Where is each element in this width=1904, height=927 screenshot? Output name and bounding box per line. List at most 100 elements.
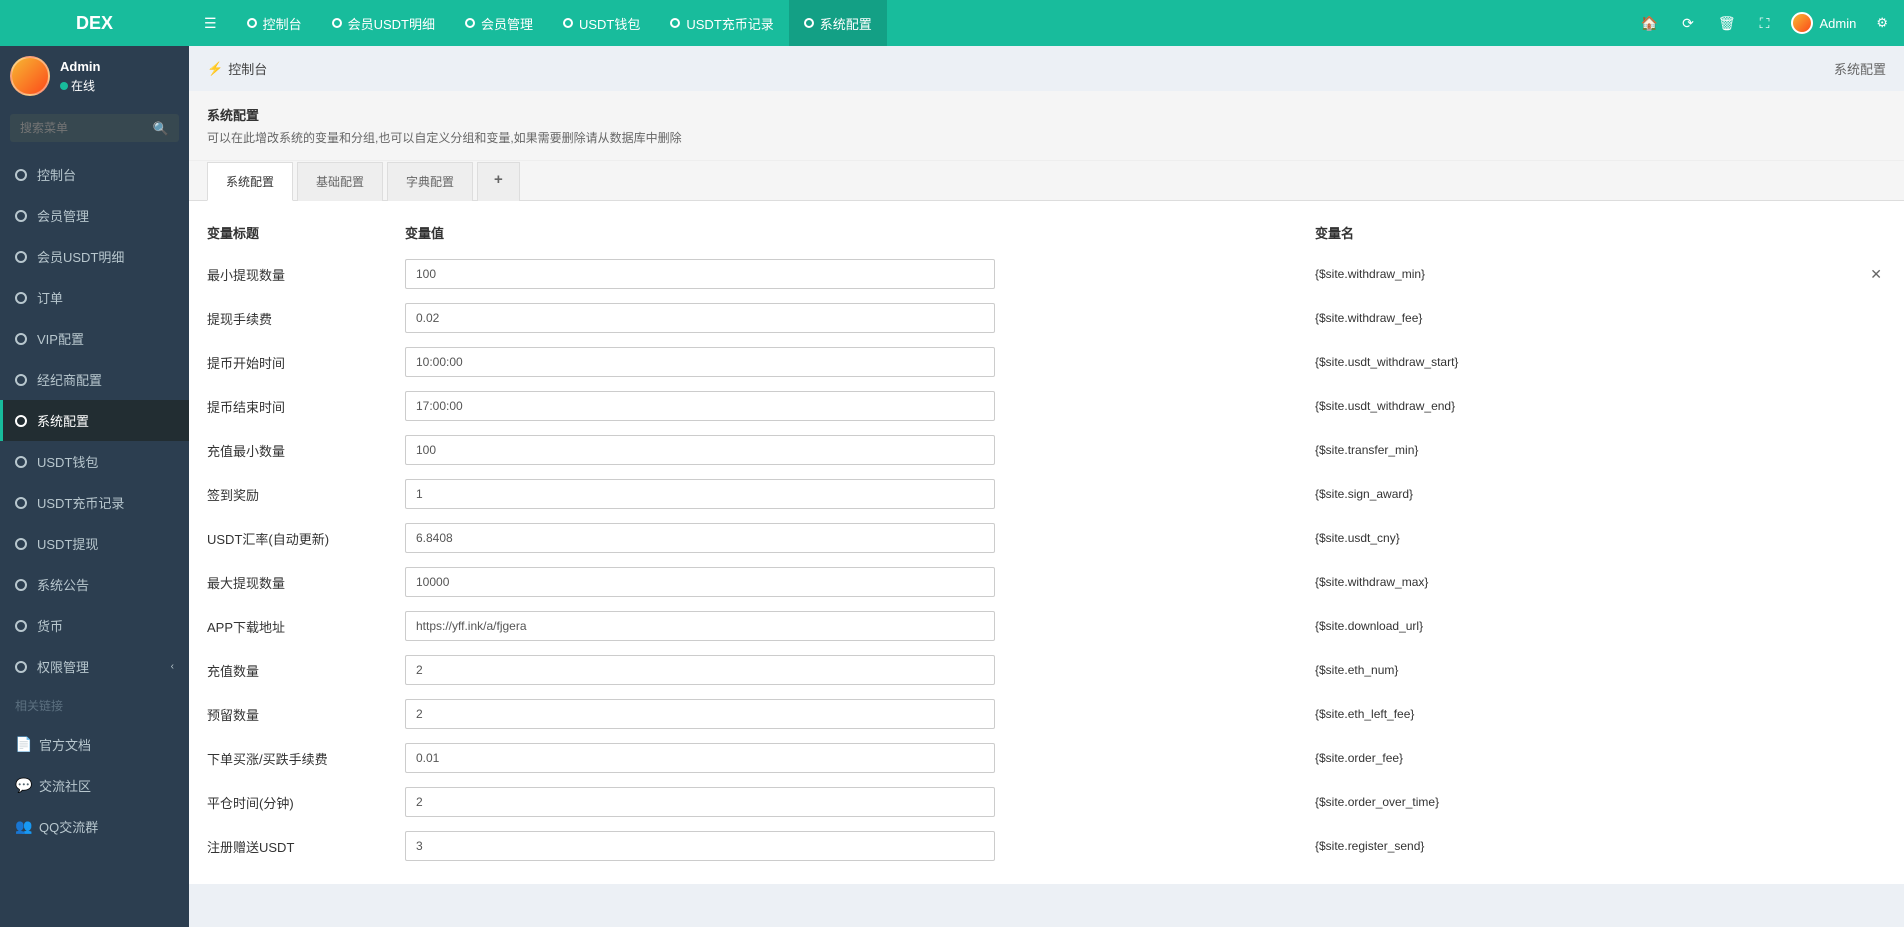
row-title: 预留数量 xyxy=(205,705,405,724)
sidebar-item-label: 系统公告 xyxy=(37,575,89,594)
row-value-input[interactable] xyxy=(405,523,995,553)
sidebar-item[interactable]: 货币 xyxy=(0,605,189,646)
sidebar-user-panel: Admin 在线 xyxy=(0,46,189,106)
row-title: 签到奖励 xyxy=(205,485,405,504)
panel-tab[interactable]: 字典配置 xyxy=(387,162,473,201)
top-tab[interactable]: USDT钱包 xyxy=(548,0,655,46)
sidebar-menu: 控制台会员管理会员USDT明细订单VIP配置经纪商配置系统配置 USDT钱包 USD… xyxy=(0,154,189,687)
row-varname: {$site.transfer_min} xyxy=(1315,443,1888,457)
ext-icon: 📄 xyxy=(15,736,29,753)
sidebar-username: Admin xyxy=(60,59,100,74)
config-row: 提币开始时间{$site.usdt_withdraw_start} xyxy=(205,340,1888,384)
sidebar-item[interactable]: 权限管理‹ xyxy=(0,646,189,687)
row-value-input[interactable] xyxy=(405,303,995,333)
row-title: 充值最小数量 xyxy=(205,441,405,460)
config-row: 平仓时间(分钟){$site.order_over_time} xyxy=(205,780,1888,824)
avatar xyxy=(10,56,50,96)
brand-logo[interactable]: DEX xyxy=(0,0,189,46)
row-title: 提现手续费 xyxy=(205,309,405,328)
form-header-row: 变量标题 变量值 变量名 xyxy=(205,217,1888,252)
circle-icon xyxy=(670,18,680,28)
circle-icon xyxy=(563,18,573,28)
top-tab-label: 会员USDT明细 xyxy=(348,14,435,33)
row-value-input[interactable] xyxy=(405,743,995,773)
row-title: 充值数量 xyxy=(205,661,405,680)
add-tab-button[interactable]: + xyxy=(477,162,520,201)
search-icon[interactable]: 🔍 xyxy=(153,121,169,137)
ext-icon: 👥 xyxy=(15,818,29,835)
row-value-input[interactable] xyxy=(405,347,995,377)
panel-header: 系统配置 可以在此增改系统的变量和分组,也可以自定义分组和变量,如果需要删除请从… xyxy=(189,91,1904,161)
row-value-input[interactable] xyxy=(405,259,995,289)
sidebar-item[interactable]: VIP配置 xyxy=(0,318,189,359)
home-icon[interactable]: 🏠 xyxy=(1629,15,1670,32)
sidebar-item[interactable]: 订单 xyxy=(0,277,189,318)
row-value-input[interactable] xyxy=(405,787,995,817)
sidebar-item-label: USDT充币记录 xyxy=(37,493,124,512)
row-value-input[interactable] xyxy=(405,831,995,861)
panel-tabs: 系统配置基础配置字典配置+ xyxy=(189,161,1904,201)
sidebar-item[interactable]: 经纪商配置 xyxy=(0,359,189,400)
breadcrumb: ⚡ 控制台 系统配置 xyxy=(189,46,1904,91)
sidebar-item[interactable]: USDT钱包 xyxy=(0,441,189,482)
row-title: 注册赠送USDT xyxy=(205,837,405,856)
sidebar-item[interactable]: 系统公告 xyxy=(0,564,189,605)
row-value-input[interactable] xyxy=(405,479,995,509)
status-dot-icon xyxy=(60,82,68,90)
top-tab[interactable]: USDT充币记录 xyxy=(655,0,788,46)
sidebar-item[interactable]: 系统配置 xyxy=(0,400,189,441)
panel-tab[interactable]: 系统配置 xyxy=(207,162,293,201)
sidebar-item[interactable]: 控制台 xyxy=(0,154,189,195)
panel-tab[interactable]: 基础配置 xyxy=(297,162,383,201)
sidebar-item-label: 系统配置 xyxy=(37,411,89,430)
row-value-input[interactable] xyxy=(405,611,995,641)
row-value-input[interactable] xyxy=(405,699,995,729)
row-value-input[interactable] xyxy=(405,435,995,465)
sidebar-ext-link[interactable]: 💬交流社区 xyxy=(0,765,189,806)
close-icon[interactable]: ✕ xyxy=(1870,266,1888,283)
row-varname: {$site.eth_left_fee} xyxy=(1315,707,1888,721)
breadcrumb-home[interactable]: 控制台 xyxy=(228,59,267,78)
top-tab[interactable]: 系统配置 xyxy=(789,0,887,46)
config-row: 提现手续费{$site.withdraw_fee} xyxy=(205,296,1888,340)
sidebar-ext-link[interactable]: 👥QQ交流群 xyxy=(0,806,189,847)
sidebar-toggle[interactable]: ☰ xyxy=(189,15,232,32)
sidebar-item[interactable]: USDT充币记录 xyxy=(0,482,189,523)
top-tab-label: 系统配置 xyxy=(820,14,872,33)
sidebar-item[interactable]: USDT提现 xyxy=(0,523,189,564)
sidebar-item[interactable]: 会员USDT明细 xyxy=(0,236,189,277)
top-tab[interactable]: 控制台 xyxy=(232,0,317,46)
gear-icon[interactable]: ⚙ xyxy=(1866,15,1896,31)
sidebar-item-label: 经纪商配置 xyxy=(37,370,102,389)
sidebar-item-label: 会员USDT明细 xyxy=(37,247,124,266)
menu-circle-icon xyxy=(15,251,27,263)
menu-circle-icon xyxy=(15,415,27,427)
top-tab[interactable]: 会员管理 xyxy=(450,0,548,46)
top-tab[interactable]: 会员USDT明细 xyxy=(317,0,450,46)
menu-circle-icon xyxy=(15,579,27,591)
sidebar-ext-link[interactable]: 📄官方文档 xyxy=(0,724,189,765)
main-content: ⚡ 控制台 系统配置 系统配置 可以在此增改系统的变量和分组,也可以自定义分组和… xyxy=(189,46,1904,927)
ext-label: 交流社区 xyxy=(39,776,91,795)
top-tab-label: 会员管理 xyxy=(481,14,533,33)
menu-circle-icon xyxy=(15,456,27,468)
navbar-username: Admin xyxy=(1819,16,1856,31)
config-row: 下单买涨/买跌手续费{$site.order_fee} xyxy=(205,736,1888,780)
row-value-input[interactable] xyxy=(405,655,995,685)
navbar-right: 🏠 ⟳ 🗑 ⛶ Admin ⚙ xyxy=(1629,12,1904,34)
sidebar-search: 🔍 xyxy=(10,114,179,142)
row-title: 提币结束时间 xyxy=(205,397,405,416)
row-value-input[interactable] xyxy=(405,567,995,597)
user-menu[interactable]: Admin xyxy=(1781,12,1866,34)
row-varname: {$site.order_fee} xyxy=(1315,751,1888,765)
row-title: APP下载地址 xyxy=(205,617,405,636)
row-value-input[interactable] xyxy=(405,391,995,421)
sidebar-item-label: 会员管理 xyxy=(37,206,89,225)
trash-icon[interactable]: 🗑 xyxy=(1706,15,1748,32)
config-row: 签到奖励{$site.sign_award} xyxy=(205,472,1888,516)
fullscreen-icon[interactable]: ⛶ xyxy=(1748,15,1782,32)
config-row: 最大提现数量{$site.withdraw_max} xyxy=(205,560,1888,604)
sidebar-item[interactable]: 会员管理 xyxy=(0,195,189,236)
top-navbar: DEX ☰ 控制台会员USDT明细会员管理USDT钱包USDT充币记录系统配置 … xyxy=(0,0,1904,46)
refresh-icon[interactable]: ⟳ xyxy=(1670,15,1706,32)
